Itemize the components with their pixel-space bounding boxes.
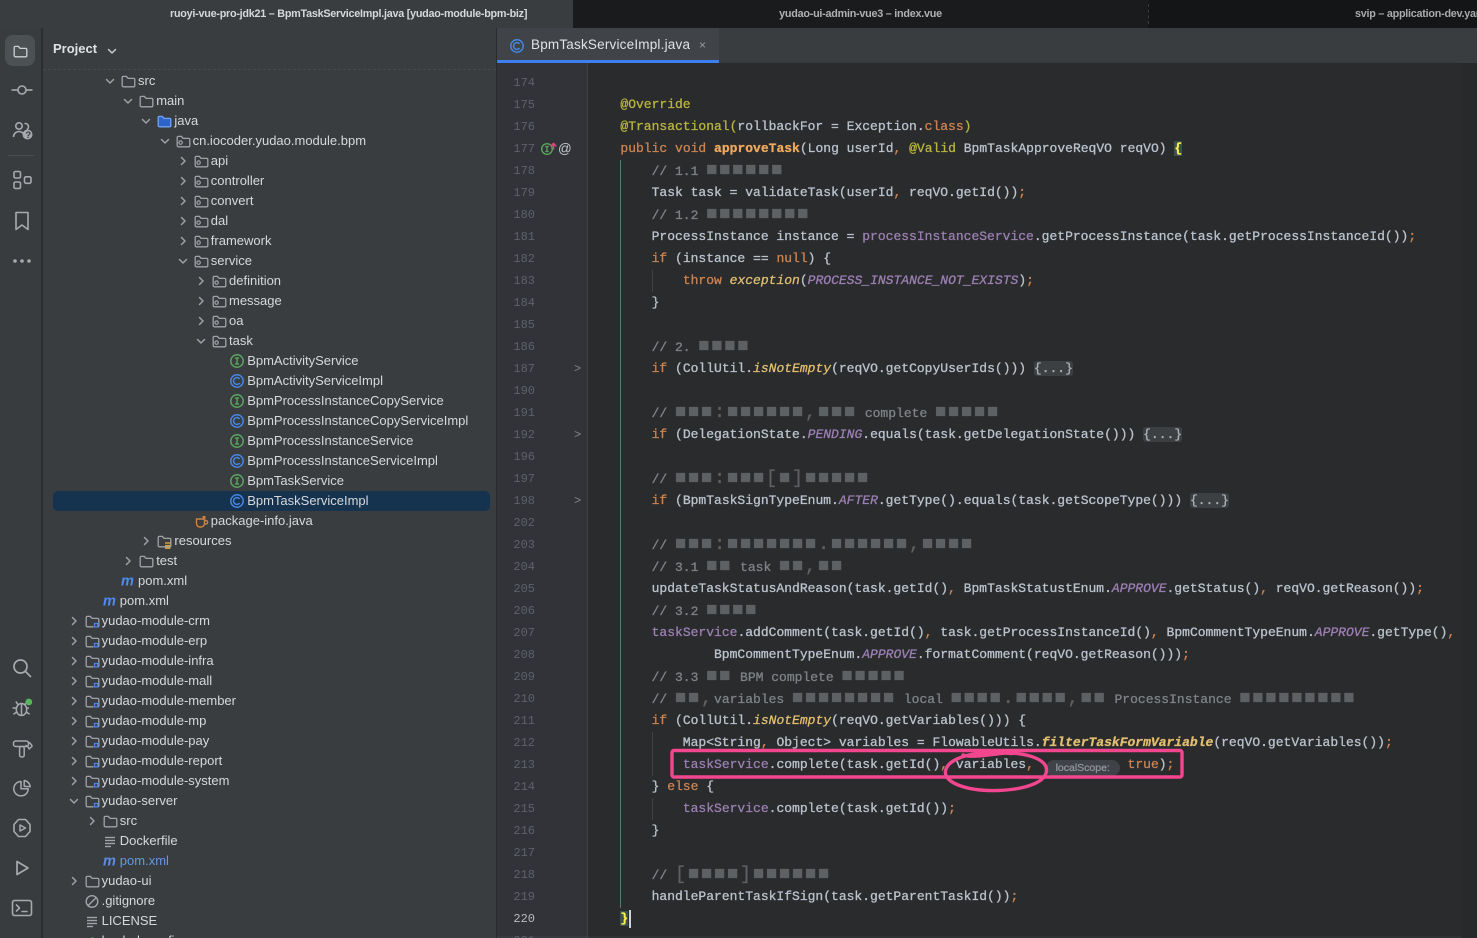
svg-text:m: m: [103, 854, 116, 870]
svg-text:?: ?: [25, 130, 31, 141]
svg-text:m: m: [121, 574, 134, 590]
svg-text:m: m: [103, 594, 116, 610]
